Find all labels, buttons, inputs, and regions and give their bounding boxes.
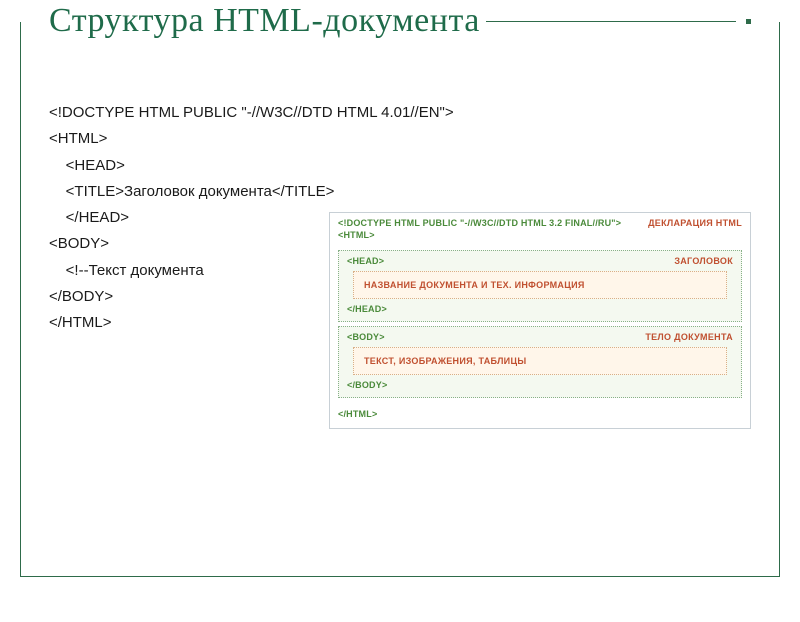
slide-frame: Структура HTML-документа <!DOCTYPE HTML … [20,22,780,577]
code-line: <TITLE>Заголовок документа</TITLE> [49,179,329,205]
head-inner-box: НАЗВАНИЕ ДОКУМЕНТА И ТЕХ. ИНФОРМАЦИЯ [353,271,727,299]
title-rule [486,21,736,22]
diagram-row: </BODY> [347,379,733,391]
code-line: </BODY> [49,284,329,310]
code-listing: <!DOCTYPE HTML PUBLIC "-//W3C//DTD HTML … [49,100,329,336]
content-area: <!DOCTYPE HTML PUBLIC "-//W3C//DTD HTML … [49,100,751,429]
body-open-tag: <BODY> [347,332,385,342]
code-line: <HEAD> [49,153,329,179]
body-label: ТЕЛО ДОКУМЕНТА [645,332,733,342]
html-close-tag: </HTML> [338,409,377,419]
diagram-body-block: <BODY> ТЕЛО ДОКУМЕНТА ТЕКСТ, ИЗОБРАЖЕНИЯ… [338,326,742,398]
code-line: </HTML> [49,310,329,336]
body-inner-box: ТЕКСТ, ИЗОБРАЖЕНИЯ, ТАБЛИЦЫ [353,347,727,375]
declaration-label: ДЕКЛАРАЦИЯ HTML [648,218,742,228]
body-close-tag: </BODY> [347,380,387,390]
diagram-row: </HEAD> [347,303,733,315]
slide-title: Структура HTML-документа [49,2,486,40]
head-close-tag: </HEAD> [347,304,387,314]
diagram-row: <BODY> ТЕЛО ДОКУМЕНТА [347,331,733,343]
diagram-head-block: <HEAD> ЗАГОЛОВОК НАЗВАНИЕ ДОКУМЕНТА И ТЕ… [338,250,742,322]
diagram-row: <!DOCTYPE HTML PUBLIC "-//W3C//DTD HTML … [338,217,742,229]
structure-diagram: <!DOCTYPE HTML PUBLIC "-//W3C//DTD HTML … [329,212,751,429]
code-line: </HEAD> [49,205,329,231]
html-open-tag: <HTML> [338,230,375,240]
head-label: ЗАГОЛОВОК [674,256,733,266]
code-line: <BODY> [49,231,329,257]
title-row: Структура HTML-документа [49,2,751,40]
title-dot-icon [746,19,751,24]
code-line: <!--Текст документа [49,258,329,284]
diagram-row: <HTML> [338,229,742,241]
doctype-tag: <!DOCTYPE HTML PUBLIC "-//W3C//DTD HTML … [338,218,621,228]
diagram-html-close: </HTML> [330,402,750,428]
diagram-row: <HEAD> ЗАГОЛОВОК [347,255,733,267]
head-open-tag: <HEAD> [347,256,384,266]
diagram-declaration: <!DOCTYPE HTML PUBLIC "-//W3C//DTD HTML … [330,213,750,247]
code-line: <HTML> [49,126,329,152]
code-line: <!DOCTYPE HTML PUBLIC "-//W3C//DTD HTML … [49,100,329,126]
